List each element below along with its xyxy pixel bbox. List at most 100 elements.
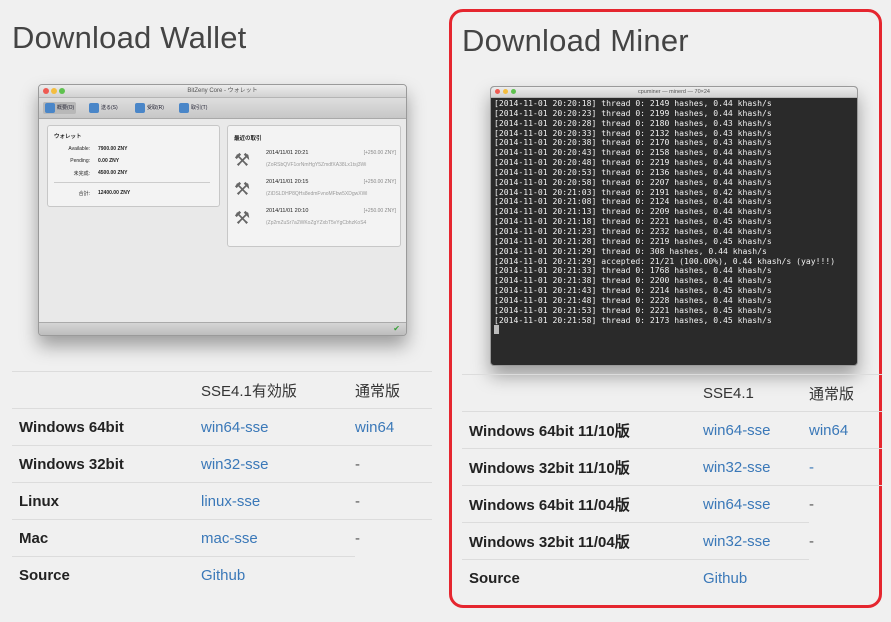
os-label: Windows 32bit [12, 445, 201, 483]
table-row: Windows 32bit 11/10版 win32-sse - [462, 448, 882, 486]
terminal-window-title: cpuminer — minerd — 70×24 [638, 89, 710, 95]
toolbar-label: 受取(R) [147, 105, 164, 111]
balance-label: 未完成: [73, 171, 90, 177]
miner-terminal-screenshot: cpuminer — minerd — 70×24 [2014-11-01 20… [490, 86, 858, 366]
transaction-address: (ZiDSLDHP8QHs8edmFvnoMFbw5XDgwXWi [266, 191, 368, 197]
transaction-amount: [+250.00 ZNY] [363, 179, 396, 185]
wallet-section: Download Wallet BitZeny Core - ウォレット 概要(… [0, 0, 445, 622]
divider [54, 182, 210, 183]
header-cell: 通常版 [809, 374, 882, 412]
terminal-prompt [494, 325, 854, 335]
source-link[interactable]: Github [201, 567, 245, 584]
toolbar-transactions: 取引(T) [179, 102, 207, 114]
balance-value: 7900.00 ZNY [98, 146, 128, 152]
header-cell [462, 374, 703, 412]
os-label: Windows 64bit [12, 408, 201, 446]
toolbar-overview: 概要(O) [43, 102, 77, 114]
toolbar-receive: 受取(R) [135, 102, 164, 114]
download-link[interactable]: - [809, 459, 814, 476]
unavailable-mark: - [809, 532, 814, 550]
wallet-download-table: SSE4.1有効版 通常版 Windows 64bit win64-sse wi… [12, 371, 432, 593]
wallet-screenshot: BitZeny Core - ウォレット 概要(O) 送る(S) 受取(R) 取… [38, 84, 407, 336]
transaction-date: 2014/11/01 20:15 [266, 179, 309, 185]
os-label: Linux [12, 482, 201, 520]
transaction-address: (Zp2mZuSr7a2WKoZgYZxbT5vYgCbhzKoS4 [266, 220, 367, 226]
balance-value: 0.00 ZNY [98, 158, 120, 164]
send-icon [89, 102, 99, 113]
table-row: Windows 32bit 11/04版 win32-sse - [462, 522, 882, 560]
download-link[interactable]: win64-sse [201, 419, 269, 436]
home-icon [45, 102, 55, 113]
transaction-amount: [+250.00 ZNY] [363, 150, 396, 156]
transaction-item: ⚒ 2014/11/01 20:15 [+250.00 ZNY] (ZiDSLD… [234, 177, 396, 205]
download-link[interactable]: win32-sse [703, 533, 771, 550]
total-label: 合計: [78, 191, 90, 197]
download-link[interactable]: win64-sse [703, 422, 771, 439]
table-row: Windows 64bit 11/04版 win64-sse - [462, 485, 882, 523]
transaction-address: (ZoRSbQVF1orNmHgY5ZmdfXA38Lx1tsj3Wi [266, 162, 367, 168]
toolbar-label: 送る(S) [101, 105, 118, 111]
unavailable-mark: - [809, 485, 882, 523]
os-label: Windows 64bit 11/10版 [462, 411, 703, 449]
download-link[interactable]: win32-sse [703, 459, 771, 476]
download-link[interactable]: mac-sse [201, 530, 258, 547]
os-label: Source [12, 556, 201, 593]
receive-icon [135, 102, 145, 113]
toolbar-label: 取引(T) [191, 105, 208, 111]
table-row: Windows 64bit win64-sse win64 [12, 408, 432, 446]
list-icon [179, 102, 189, 113]
recent-transactions-panel: 最近の取引 ⚒ 2014/11/01 20:21 [+250.00 ZNY] (… [227, 125, 401, 247]
wallet-panel-title: ウォレット [54, 134, 82, 140]
os-label: Mac [12, 519, 201, 557]
balance-label: Available: [68, 146, 90, 152]
cursor-icon [494, 325, 499, 335]
miner-heading: Download Miner [462, 23, 689, 58]
wallet-heading: Download Wallet [12, 20, 247, 55]
mined-hammer-icon: ⚒ [234, 150, 251, 170]
sync-check-icon: ✔ [393, 324, 400, 333]
toolbar-label: 概要(O) [57, 105, 75, 111]
table-row: Source Github [12, 556, 432, 594]
wallet-titlebar: BitZeny Core - ウォレット [39, 85, 406, 98]
table-header-row: SSE4.1有効版 通常版 [12, 371, 432, 409]
table-row: Linux linux-sse - [12, 482, 432, 520]
table-row: Source Github [462, 559, 882, 596]
transaction-amount: [+250.00 ZNY] [363, 208, 396, 214]
download-link[interactable]: win64 [355, 419, 394, 436]
os-label: Windows 32bit 11/10版 [462, 448, 703, 486]
unavailable-mark: - [355, 482, 432, 520]
download-link[interactable]: win32-sse [201, 456, 269, 473]
recent-panel-title: 最近の取引 [234, 136, 262, 142]
header-cell: SSE4.1 [703, 374, 809, 412]
miner-download-table: SSE4.1 通常版 Windows 64bit 11/10版 win64-ss… [462, 374, 882, 596]
download-link[interactable]: win64-sse [703, 496, 771, 513]
header-cell: 通常版 [355, 371, 432, 409]
os-label: Windows 32bit 11/04版 [462, 522, 703, 560]
transaction-date: 2014/11/01 20:21 [266, 150, 309, 156]
table-row: Mac mac-sse - [12, 519, 432, 557]
mined-hammer-icon: ⚒ [234, 179, 251, 199]
wallet-balance-panel: ウォレット Available: 7900.00 ZNY Pending: 0.00… [47, 125, 220, 207]
balance-label: Pending: [70, 158, 90, 164]
transaction-item: ⚒ 2014/11/01 20:21 [+250.00 ZNY] (ZoRSbQ… [234, 148, 396, 176]
total-value: 12400.00 ZNY [98, 190, 131, 196]
table-row: Windows 64bit 11/10版 win64-sse win64 [462, 411, 882, 449]
terminal-output: [2014-11-01 20:20:18] thread 0: 2149 has… [494, 99, 854, 361]
table-header-row: SSE4.1 通常版 [462, 374, 882, 412]
os-label: Source [462, 559, 703, 596]
header-cell [12, 371, 201, 409]
wallet-statusbar: ✔ [39, 322, 406, 335]
wallet-toolbar: 概要(O) 送る(S) 受取(R) 取引(T) [39, 98, 406, 119]
download-link[interactable]: linux-sse [201, 493, 260, 510]
miner-section: Download Miner cpuminer — minerd — 70×24… [449, 9, 882, 608]
empty-cell [355, 557, 432, 594]
os-label: Windows 64bit 11/04版 [462, 485, 703, 523]
download-link[interactable]: win64 [809, 422, 848, 439]
table-row: Windows 32bit win32-sse - [12, 445, 432, 483]
terminal-line: [2014-11-01 20:21:58] thread 0: 2173 has… [494, 314, 772, 325]
balance-value: 4500.00 ZNY [98, 170, 128, 176]
source-link[interactable]: Github [703, 570, 747, 587]
toolbar-send: 送る(S) [89, 102, 118, 114]
transaction-item: ⚒ 2014/11/01 20:10 [+250.00 ZNY] (Zp2mZu… [234, 206, 396, 234]
unavailable-mark: - [355, 519, 432, 557]
